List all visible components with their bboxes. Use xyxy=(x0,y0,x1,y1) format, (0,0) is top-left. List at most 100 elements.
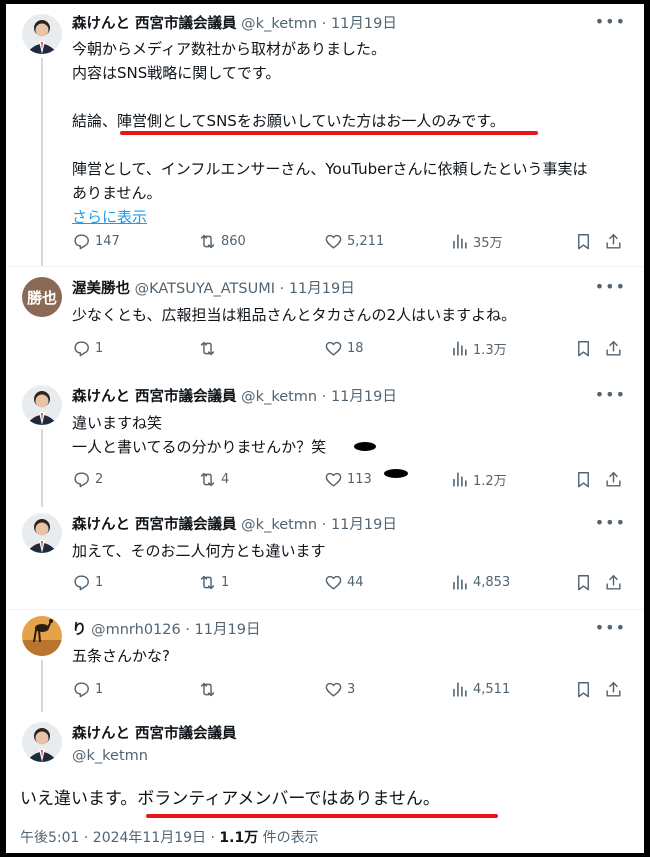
thread-line xyxy=(41,429,43,507)
tweet-header: り @mnrh0126 · 11月19日 xyxy=(72,620,260,640)
tweet-2[interactable]: 勝也 渥美勝也 @KATSUYA_ATSUMI · 11月19日 ••• 少なく… xyxy=(6,267,644,375)
redaction-mark xyxy=(354,442,376,451)
display-name[interactable]: 森けんと 西宮市議会議員 xyxy=(72,726,237,742)
more-options-icon[interactable]: ••• xyxy=(595,12,626,31)
tweet-date[interactable]: · 11月19日 xyxy=(322,16,397,32)
reply-count: 147 xyxy=(95,234,120,249)
reply-count: 1 xyxy=(95,575,104,590)
tweet-5[interactable]: り @mnrh0126 · 11月19日 ••• 五条さんかな? 1 3 4,5… xyxy=(6,610,644,712)
user-handle[interactable]: @k_ketmn xyxy=(241,389,317,405)
share-button[interactable] xyxy=(604,470,623,489)
tweet-header: 渥美勝也 @KATSUYA_ATSUMI · 11月19日 xyxy=(72,279,355,299)
views-button[interactable]: 4,511 xyxy=(450,680,510,699)
retweet-button[interactable] xyxy=(198,680,221,699)
reply-button[interactable]: 1 xyxy=(72,680,103,699)
views-chart-icon xyxy=(453,341,467,356)
tweet-1[interactable]: 森けんと 西宮市議会議員 @k_ketmn · 11月19日 ••• 今朝からメ… xyxy=(6,4,644,266)
views-chart-icon xyxy=(453,472,467,487)
views-button[interactable]: 4,853 xyxy=(450,573,510,592)
display-name[interactable]: 森けんと 西宮市議会議員 xyxy=(72,517,237,533)
show-more-link[interactable]: さらに表示 xyxy=(72,208,147,226)
share-button[interactable] xyxy=(604,573,623,592)
avatar-mori[interactable] xyxy=(22,14,62,54)
tweet-date[interactable]: · 11月19日 xyxy=(185,622,260,638)
share-button[interactable] xyxy=(604,232,623,251)
user-handle[interactable]: @k_ketmn xyxy=(72,748,148,764)
tweet-timestamp[interactable]: 午後5:01 · 2024年11月19日 · xyxy=(20,830,219,846)
bookmark-button[interactable] xyxy=(574,232,593,251)
user-handle[interactable]: @mnrh0126 xyxy=(91,622,181,638)
like-count: 113 xyxy=(347,472,372,487)
bookmark-icon xyxy=(578,234,589,250)
like-button[interactable]: 113 xyxy=(324,470,372,489)
views-chart-icon xyxy=(453,575,467,590)
bookmark-icon xyxy=(578,472,589,488)
like-button[interactable]: 44 xyxy=(324,573,364,592)
more-options-icon[interactable]: ••• xyxy=(595,385,626,404)
share-button[interactable] xyxy=(604,680,623,699)
reply-button[interactable]: 1 xyxy=(72,339,103,358)
avatar-ri[interactable] xyxy=(22,616,62,656)
reply-button[interactable]: 2 xyxy=(72,470,103,489)
heart-icon xyxy=(325,341,342,356)
main-tweet[interactable]: 森けんと 西宮市議会議員 @k_ketmn いえ違います。ボランティアメンバーで… xyxy=(6,712,644,853)
avatar-mori[interactable] xyxy=(22,385,62,425)
tweet-line: 内容はSNS戦略に関してです。 xyxy=(72,64,281,82)
heart-icon xyxy=(325,575,342,590)
reply-count: 1 xyxy=(95,682,104,697)
more-options-icon[interactable]: ••• xyxy=(595,513,626,532)
tweet-3[interactable]: 森けんと 西宮市議会議員 @k_ketmn · 11月19日 ••• 違いますね… xyxy=(6,375,644,507)
tweet-date[interactable]: · 11月19日 xyxy=(322,389,397,405)
avatar-atsumi[interactable]: 勝也 xyxy=(22,277,62,317)
views-label: 件の表示 xyxy=(258,830,319,846)
view-count: 1.1万 xyxy=(219,830,259,846)
share-icon xyxy=(606,682,621,697)
like-button[interactable]: 18 xyxy=(324,339,364,358)
view-count: 4,853 xyxy=(473,575,511,590)
bookmark-button[interactable] xyxy=(574,339,593,358)
user-handle[interactable]: @k_ketmn xyxy=(241,16,317,32)
display-name[interactable]: 森けんと 西宮市議会議員 xyxy=(72,16,237,32)
tweet-line: 結論、陣営側としてSNSをお願いしていた方はお一人のみです。 xyxy=(72,112,505,130)
reply-button[interactable]: 147 xyxy=(72,232,120,251)
retweet-button[interactable]: 1 xyxy=(198,573,229,592)
heart-icon xyxy=(325,472,342,487)
more-options-icon[interactable]: ••• xyxy=(595,277,626,296)
display-name[interactable]: 森けんと 西宮市議会議員 xyxy=(72,389,237,405)
reply-count: 1 xyxy=(95,341,104,356)
bookmark-button[interactable] xyxy=(574,470,593,489)
retweet-button[interactable]: 860 xyxy=(198,232,246,251)
views-chart-icon xyxy=(453,682,467,697)
tweet-line: 陣営として、インフルエンサーさん、YouTuberさんに依頼したという事実は xyxy=(72,160,588,178)
retweet-button[interactable]: 4 xyxy=(198,470,229,489)
more-options-icon[interactable]: ••• xyxy=(595,618,626,637)
share-button[interactable] xyxy=(604,339,623,358)
tweet-line: ありません。 xyxy=(72,184,162,202)
user-handle[interactable]: @k_ketmn xyxy=(241,517,317,533)
views-button[interactable]: 1.3万 xyxy=(450,339,507,358)
like-button[interactable]: 5,211 xyxy=(324,232,384,251)
heart-icon xyxy=(325,234,342,249)
tweet-line: 少なくとも、広報担当は粗品さんとタカさんの2人はいますよね。 xyxy=(72,306,517,324)
display-name[interactable]: 渥美勝也 xyxy=(72,281,130,297)
views-button[interactable]: 1.2万 xyxy=(450,470,507,489)
bookmark-button[interactable] xyxy=(574,680,593,699)
tweet-date[interactable]: · 11月19日 xyxy=(322,517,397,533)
bookmark-button[interactable] xyxy=(574,573,593,592)
retweet-button[interactable] xyxy=(198,339,221,358)
views-button[interactable]: 35万 xyxy=(450,232,503,251)
tweet-line: 一人と書いてるの分かりませんか？笑 xyxy=(72,438,327,456)
share-icon xyxy=(606,575,621,590)
reply-button[interactable]: 1 xyxy=(72,573,103,592)
red-underline-annotation xyxy=(120,131,538,135)
avatar-mori[interactable] xyxy=(22,722,62,762)
tweet-header: 森けんと 西宮市議会議員 @k_ketmn · 11月19日 xyxy=(72,14,397,34)
like-button[interactable]: 3 xyxy=(324,680,355,699)
tweet-4[interactable]: 森けんと 西宮市議会議員 @k_ketmn · 11月19日 ••• 加えて、そ… xyxy=(6,507,644,609)
display-name[interactable]: り xyxy=(72,622,87,638)
tweet-meta: 午後5:01 · 2024年11月19日 · 1.1万 件の表示 xyxy=(20,828,319,848)
avatar-mori[interactable] xyxy=(22,513,62,553)
user-handle[interactable]: @KATSUYA_ATSUMI xyxy=(135,281,275,297)
tweet-date[interactable]: · 11月19日 xyxy=(280,281,355,297)
tweet-text: 違いますね笑 一人と書いてるの分かりませんか？笑 xyxy=(72,411,627,459)
